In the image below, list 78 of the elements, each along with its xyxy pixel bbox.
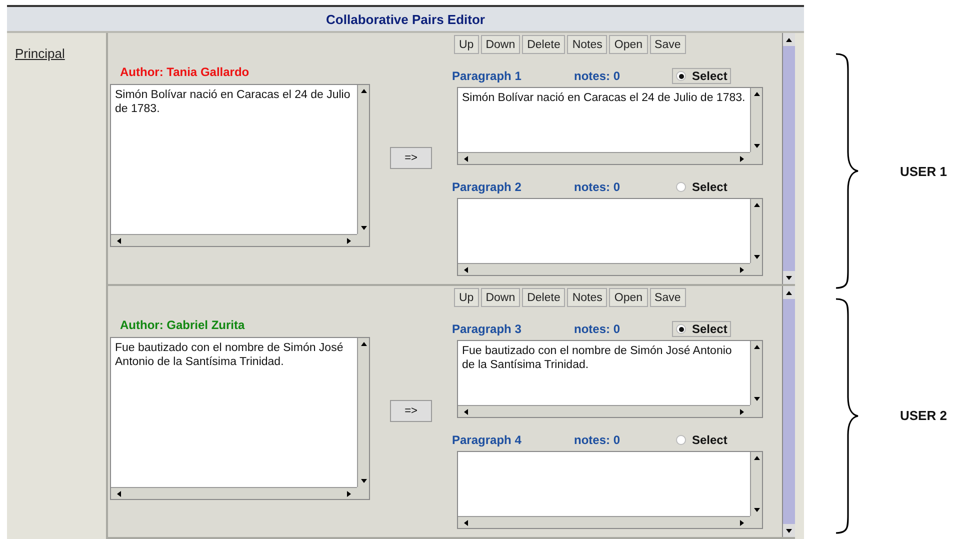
down-arrow-icon[interactable]: [360, 224, 368, 232]
up-arrow-icon[interactable]: [752, 201, 760, 209]
horizontal-scrollbar[interactable]: [458, 152, 750, 164]
notes-count: notes: 0: [574, 69, 622, 83]
paragraph-title: Paragraph 1: [452, 69, 522, 83]
up-arrow-icon[interactable]: [785, 288, 793, 296]
vertical-scrollbar[interactable]: [357, 338, 369, 487]
sidebar-link[interactable]: Principal: [15, 46, 65, 61]
toolbar-button[interactable]: Down: [480, 35, 520, 54]
notes-count: notes: 0: [574, 322, 622, 336]
author-label: Author: Tania Gallardo: [120, 65, 250, 79]
horizontal-scrollbar[interactable]: [458, 405, 750, 417]
toolbar-button[interactable]: Delete: [522, 288, 566, 307]
vertical-scrollbar[interactable]: [750, 341, 762, 405]
left-arrow-icon[interactable]: [115, 490, 123, 498]
vertical-scrollbar[interactable]: [782, 286, 795, 537]
up-arrow-icon[interactable]: [752, 90, 760, 98]
right-arrow-icon[interactable]: [738, 266, 746, 274]
paragraph-title: Paragraph 2: [452, 180, 522, 194]
left-arrow-icon[interactable]: [462, 408, 470, 416]
notes-count: notes: 0: [574, 180, 622, 194]
text-area[interactable]: Simón Bolívar nació en Caracas el 24 de Julio de 1783.: [110, 84, 370, 247]
transfer-button[interactable]: =>: [390, 400, 432, 422]
toolbar-button[interactable]: Notes: [567, 35, 608, 54]
toolbar-button[interactable]: Up: [454, 288, 479, 307]
author-label: Author: Gabriel Zurita: [120, 318, 246, 332]
toolbar-button[interactable]: Down: [480, 288, 520, 307]
toolbar-button[interactable]: Notes: [567, 288, 608, 307]
notes-count: notes: 0: [574, 433, 622, 447]
up-arrow-icon[interactable]: [785, 36, 793, 44]
toolbar-button[interactable]: Open: [609, 288, 648, 307]
left-arrow-icon[interactable]: [115, 236, 123, 244]
text-area[interactable]: Fue bautizado con el nombre de Simón José Antonio de la Santísima Trinidad.: [457, 340, 763, 418]
down-arrow-icon[interactable]: [360, 477, 368, 485]
annotation-label: USER 2: [900, 408, 947, 424]
down-arrow-icon[interactable]: [785, 526, 793, 534]
horizontal-scrollbar[interactable]: [458, 516, 750, 528]
toolbar-button[interactable]: Open: [609, 35, 648, 54]
select-radio[interactable]: Select: [672, 179, 732, 195]
down-arrow-icon[interactable]: [752, 506, 760, 514]
toolbar-button[interactable]: Save: [650, 288, 686, 307]
toolbar-button[interactable]: Delete: [522, 35, 566, 54]
vertical-scrollbar[interactable]: [750, 88, 762, 152]
left-arrow-icon[interactable]: [462, 154, 470, 162]
up-arrow-icon[interactable]: [360, 340, 368, 348]
horizontal-scrollbar[interactable]: [458, 263, 750, 275]
horizontal-scrollbar[interactable]: [111, 234, 357, 246]
vertical-scrollbar[interactable]: [750, 199, 762, 263]
right-arrow-icon[interactable]: [345, 490, 353, 498]
paragraph-title: Paragraph 3: [452, 322, 522, 336]
right-arrow-icon[interactable]: [738, 518, 746, 526]
right-arrow-icon[interactable]: [738, 154, 746, 162]
down-arrow-icon[interactable]: [752, 395, 760, 403]
right-arrow-icon[interactable]: [345, 236, 353, 244]
select-radio[interactable]: Select: [672, 68, 732, 84]
left-arrow-icon[interactable]: [462, 518, 470, 526]
down-arrow-icon[interactable]: [752, 142, 760, 150]
transfer-button[interactable]: =>: [390, 147, 432, 169]
left-arrow-icon[interactable]: [462, 266, 470, 274]
window-title: Collaborative Pairs Editor: [326, 12, 485, 26]
vertical-scrollbar[interactable]: [357, 85, 369, 234]
up-arrow-icon[interactable]: [360, 87, 368, 95]
text-area[interactable]: Fue bautizado con el nombre de Simón José Antonio de la Santísima Trinidad.: [110, 337, 370, 500]
vertical-scrollbar[interactable]: [750, 452, 762, 516]
text-area[interactable]: Simón Bolívar nació en Caracas el 24 de Julio de 1783.: [457, 87, 763, 165]
select-radio[interactable]: Select: [672, 321, 732, 337]
toolbar-button[interactable]: Up: [454, 35, 479, 54]
vertical-scrollbar[interactable]: [782, 33, 795, 284]
down-arrow-icon[interactable]: [752, 253, 760, 261]
right-arrow-icon[interactable]: [738, 408, 746, 416]
paragraph-title: Paragraph 4: [452, 433, 522, 447]
up-arrow-icon[interactable]: [752, 454, 760, 462]
annotation-label: USER 1: [900, 164, 947, 179]
select-radio[interactable]: Select: [672, 432, 732, 448]
down-arrow-icon[interactable]: [785, 274, 793, 282]
horizontal-scrollbar[interactable]: [111, 487, 357, 499]
up-arrow-icon[interactable]: [752, 343, 760, 351]
toolbar-button[interactable]: Save: [650, 35, 686, 54]
